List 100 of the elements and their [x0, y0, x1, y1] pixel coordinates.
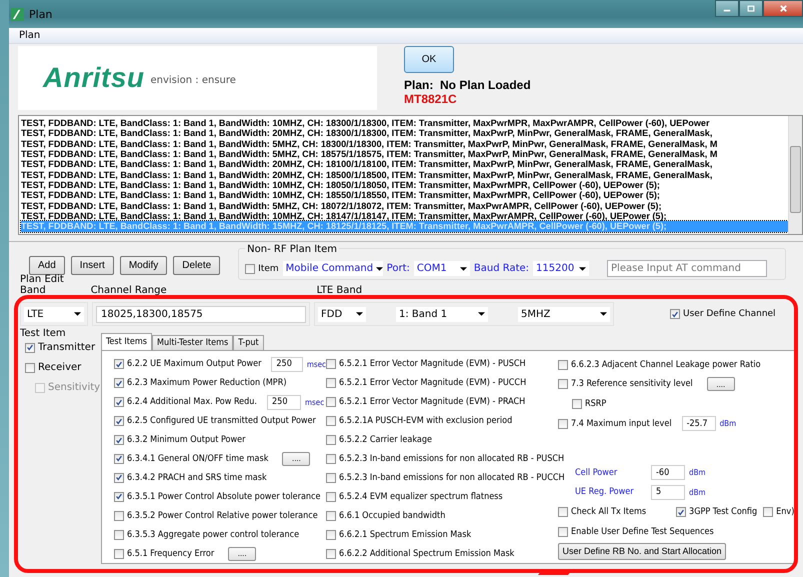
checkbox[interactable] — [114, 472, 124, 483]
item-label: 6.3.2 Minimum Output Power — [127, 435, 246, 446]
checkbox[interactable] — [326, 510, 336, 521]
checkbox[interactable] — [558, 379, 568, 390]
plan-row[interactable]: TEST, FDDBAND: LTE, BandClass: 1: Band 1, BandWidth: 20MHZ, CH: 18100/1/18100, ITEM: Transmitter, MaxPwrP, MinPwr, GeneralMask, FRAME, GeneralMask, — [21, 159, 788, 170]
plan-row[interactable]: TEST, FDDBAND: LTE, BandClass: 1: Band 1, BandWidth: 20MHZ, CH: 18300/1/18300, ITEM: Transmitter, MaxPwrP, MinPwr, GeneralMask, FRAME, GeneralMask, — [21, 128, 788, 139]
plan-row[interactable]: TEST, FDDBAND: LTE, BandClass: 1: Band 1, BandWidth: 5MHZ, CH: 18300/1/18300, ITEM: Transmitter, MaxPwrP, MinPwr, GeneralMask, FRAME, GeneralMask, M — [21, 138, 788, 150]
duplex-dropdown[interactable]: FDD — [318, 306, 366, 322]
options-button[interactable]: .... — [228, 546, 256, 561]
item-label: 6.5.2.1A PUSCH-EVM with exclusion period — [339, 416, 512, 426]
value-field[interactable]: 250 — [271, 356, 303, 372]
checkbox[interactable] — [326, 454, 336, 464]
item-label: User Define Channel — [683, 309, 776, 319]
maximize-button[interactable] — [739, 0, 763, 17]
plan-row[interactable]: TEST, FDDBAND: LTE, BandClass: 1: Band 1, BandWidth: 5MHZ, CH: 18072/1/18072, ITEM: Transmitter, MaxPwrAMPR, CellPower (-60), UEPower (5); — [21, 200, 788, 212]
item-label: Env) — [776, 507, 794, 518]
tab[interactable]: Test Items — [101, 333, 152, 350]
channel-range-field[interactable]: 18025,18300,18575 — [96, 306, 306, 322]
item-label: 7.3 Reference sensitivity level — [571, 379, 693, 390]
item-label: 6.2.3 Maximum Power Reduction (MPR) — [127, 378, 286, 388]
baud-dropdown[interactable]: 115200 — [533, 261, 590, 276]
action-button[interactable]: Delete — [173, 256, 220, 275]
at-command-field[interactable]: Please Input AT command — [607, 260, 768, 277]
tab[interactable]: Multi-Tester Items — [152, 335, 234, 350]
tab[interactable]: T-put — [233, 335, 264, 350]
close-button[interactable] — [763, 0, 803, 17]
item-label: 6.5.1 Frequency Error — [127, 548, 214, 559]
checkbox[interactable] — [326, 530, 336, 540]
checkbox[interactable] — [326, 359, 336, 370]
checkbox[interactable] — [114, 435, 124, 446]
plan-row[interactable]: TEST, FDDBAND: LTE, BandClass: 1: Band 1, BandWidth: 10MHZ, CH: 18147/1/18147, ITEM: Transmitter, MaxPwrAMPR, CellPower (-60), UEPower (5); — [21, 211, 788, 222]
item-label: 6.3.5.1 Power Control Absolute power tolerance — [127, 492, 320, 502]
item-label: 6.3.4.2 PRACH and SRS time mask — [127, 472, 267, 483]
plan-row[interactable]: TEST, FDDBAND: LTE, BandClass: 1: Band 1, BandWidth: 5MHZ, CH: 18575/1/18575, ITEM: Transmitter, MaxPwrP, MinPwr, GeneralMask, FRAME, GeneralMask, M — [21, 149, 788, 160]
plan-row[interactable]: TEST, FDDBAND: LTE, BandClass: 1: Band 1, BandWidth: 10MHZ, CH: 18550/1/18550, ITEM: Transmitter, MaxPwrMPR, CellPower (-60), UEPower (5); — [21, 190, 788, 201]
value-field[interactable]: -60 — [651, 465, 685, 480]
minimize-button[interactable] — [715, 0, 739, 17]
item-label: Receiver — [38, 362, 82, 373]
item-label: 7.4 Maximum input level — [571, 418, 672, 429]
options-button[interactable]: .... — [706, 377, 735, 392]
checkbox[interactable] — [558, 418, 568, 429]
options-button[interactable]: .... — [282, 452, 310, 466]
checkbox[interactable] — [763, 507, 774, 518]
checkbox[interactable] — [25, 342, 35, 352]
action-button[interactable]: Insert — [70, 256, 114, 275]
plan-row[interactable]: TEST, FDDBAND: LTE, BandClass: 1: Band 1, BandWidth: 10MHZ, CH: 18050/1/18050, ITEM: Transmitter, MaxPwrMPR, CellPower (-60), UEPower (5); — [21, 180, 788, 190]
checkbox[interactable] — [558, 360, 568, 370]
checkbox[interactable] — [572, 398, 582, 409]
item-label: 6.5.2.3 In-band emissions for non allocated RB - PUCCH — [339, 472, 565, 483]
band-dropdown[interactable]: LTE — [24, 306, 84, 322]
checkbox[interactable] — [114, 530, 124, 540]
value-field[interactable]: 5 — [651, 484, 685, 500]
checkbox[interactable] — [114, 454, 124, 464]
item-label: RSRP — [585, 398, 606, 409]
value-field[interactable]: -25.7 — [682, 416, 716, 432]
command-dropdown[interactable]: Mobile Command — [282, 261, 383, 276]
action-button[interactable]: Modify — [120, 256, 168, 275]
checkbox[interactable] — [670, 309, 680, 319]
allocation-button[interactable]: User Define RB No. and Start Allocation — [558, 542, 726, 560]
bandwidth-dropdown[interactable]: 5MHZ — [518, 306, 610, 322]
item-label: 6.5.2.1 Error Vector Magnitude (EVM) - PUCCH — [339, 378, 526, 388]
checkbox[interactable] — [558, 526, 568, 537]
app-icon — [11, 8, 24, 20]
brand-logo: Anritsu — [43, 62, 144, 94]
item-label: 6.2.4 Additional Max. Pow Redu. — [127, 397, 258, 408]
checkbox[interactable] — [25, 362, 35, 372]
checkbox[interactable] — [558, 507, 568, 518]
caret-icon — [356, 312, 363, 316]
checkbox[interactable] — [326, 416, 336, 426]
window-title: Plan — [29, 8, 52, 20]
checkbox[interactable] — [676, 507, 686, 518]
checkbox[interactable] — [245, 264, 256, 274]
checkbox[interactable] — [114, 397, 124, 408]
item-label: 6.3.5.3 Aggregate power control tolerance — [127, 530, 300, 540]
checkbox[interactable] — [326, 548, 336, 559]
checkbox[interactable] — [114, 548, 124, 559]
checkbox[interactable] — [326, 378, 336, 388]
menu-item[interactable]: Plan — [19, 30, 40, 41]
port-label: Port: — [386, 263, 410, 274]
plan-row[interactable]: TEST, FDDBAND: LTE, BandClass: 1: Band 1, BandWidth: 10MHZ, CH: 18300/1/18300, ITEM: Transmitter, MaxPwrMPR, MaxPwrAMPR, CellPower (-60), UEPower — [21, 118, 788, 128]
checkbox[interactable] — [114, 510, 124, 521]
action-button[interactable]: Add — [29, 256, 65, 275]
ok-button[interactable]: OK — [404, 46, 454, 73]
checkbox[interactable] — [326, 397, 336, 408]
item-label: 6.6.2.1 Spectrum Emission Mask — [339, 530, 472, 540]
port-dropdown[interactable]: COM1 — [414, 261, 470, 276]
checkbox[interactable] — [326, 435, 336, 446]
checkbox[interactable] — [114, 492, 124, 502]
band-number-dropdown[interactable]: 1: Band 1 — [396, 306, 488, 322]
scrollbar[interactable] — [788, 116, 802, 234]
plan-row[interactable]: TEST, FDDBAND: LTE, BandClass: 1: Band 1, BandWidth: 20MHZ, CH: 18500/1/18500, ITEM: Transmitter, MaxPwrP, MinPwr, GeneralMask, FRAME, GeneralMask, — [21, 170, 788, 180]
value-field[interactable]: 250 — [267, 394, 302, 410]
checkbox[interactable] — [114, 416, 124, 426]
checkbox[interactable] — [114, 359, 124, 370]
checkbox[interactable] — [114, 378, 124, 388]
tagline: envision : ensure — [150, 74, 236, 86]
item-label: 6.5.2.1 Error Vector Magnitude (EVM) - PUSCH — [339, 359, 526, 370]
checkbox[interactable] — [326, 472, 336, 483]
checkbox[interactable] — [326, 492, 336, 502]
value-label: UE Reg. Power — [575, 487, 635, 498]
